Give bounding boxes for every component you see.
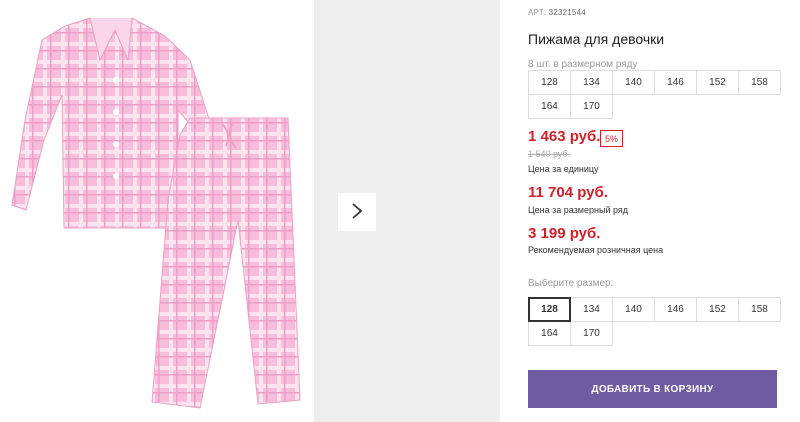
size-row-item: 128 — [528, 70, 571, 95]
chevron-right-icon — [350, 202, 364, 223]
size-option[interactable]: 158 — [738, 297, 781, 322]
size-row-item: 146 — [654, 70, 697, 95]
unit-price: 1 463 руб. — [528, 128, 601, 145]
size-row-item: 170 — [570, 94, 613, 119]
size-option[interactable]: 146 — [654, 297, 697, 322]
old-price: 1 540 руб. — [528, 149, 571, 159]
size-option[interactable]: 152 — [696, 297, 739, 322]
row-price: 11 704 руб. — [528, 184, 608, 201]
sku: АРТ: 32321544 — [528, 8, 586, 17]
size-row-item: 152 — [696, 70, 739, 95]
size-option[interactable]: 140 — [612, 297, 655, 322]
size-option-selected[interactable]: 128 — [528, 297, 571, 322]
row-price-label: Цена за размерный ряд — [528, 205, 629, 215]
discount-badge: 5% — [600, 130, 624, 147]
sku-label: АРТ: — [528, 8, 547, 17]
size-row-item: 158 — [738, 70, 781, 95]
size-selector: 128 134 140 146 152 158 164 170 — [528, 297, 781, 346]
size-row-grid: 128 134 140 146 152 158 164 170 — [528, 70, 781, 119]
size-option[interactable]: 134 — [570, 297, 613, 322]
size-option[interactable]: 164 — [528, 321, 571, 346]
size-row-item: 164 — [528, 94, 571, 119]
choose-size-label: Выберите размер: — [528, 278, 614, 289]
size-row-quantity: 8 шт. в размерном ряду — [528, 59, 638, 70]
rrp-price: 3 199 руб. — [528, 225, 601, 242]
product-title: Пижама для девочки — [528, 31, 665, 47]
unit-price-label: Цена за единицу — [528, 164, 599, 174]
sku-value: 32321544 — [548, 8, 586, 17]
size-row-item: 140 — [612, 70, 655, 95]
add-to-cart-button[interactable]: ДОБАВИТЬ В КОРЗИНУ — [528, 370, 777, 408]
size-option[interactable]: 170 — [570, 321, 613, 346]
size-row-item: 134 — [570, 70, 613, 95]
product-image[interactable] — [0, 0, 314, 422]
next-image-button[interactable] — [338, 193, 376, 231]
rrp-price-label: Рекомендуемая розничная цена — [528, 245, 664, 255]
